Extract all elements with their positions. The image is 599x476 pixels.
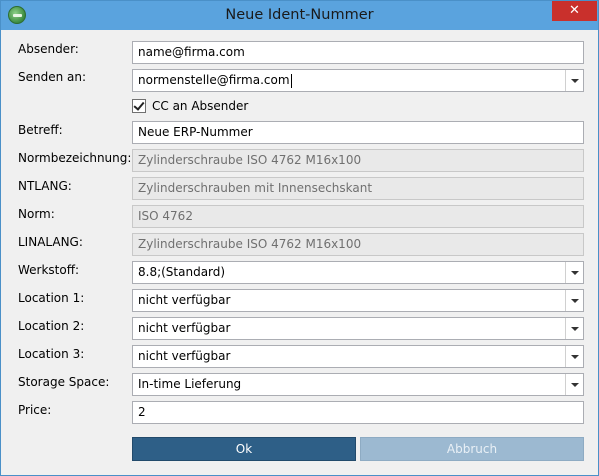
absender-label: Absender: bbox=[18, 42, 79, 56]
cc-absender-label[interactable]: CC an Absender bbox=[152, 98, 248, 114]
ok-button[interactable]: Ok bbox=[132, 437, 356, 461]
location-1-combobox[interactable]: nicht verfügbar bbox=[132, 289, 584, 312]
absender-field[interactable]: name@firma.com bbox=[132, 41, 584, 64]
window-title: Neue Ident-Nummer bbox=[225, 7, 374, 23]
price-field[interactable]: 2 bbox=[132, 401, 584, 424]
location-1-label: Location 1: bbox=[18, 291, 85, 305]
location-2-label: Location 2: bbox=[18, 319, 85, 333]
location-3-combobox[interactable]: nicht verfügbar bbox=[132, 345, 584, 368]
location-2-combobox[interactable]: nicht verfügbar bbox=[132, 317, 584, 340]
chevron-down-icon[interactable] bbox=[565, 70, 583, 91]
close-icon[interactable]: ✕ bbox=[552, 1, 597, 21]
cc-absender-checkbox[interactable] bbox=[132, 99, 146, 113]
text-cursor bbox=[290, 73, 292, 88]
senden-an-combobox[interactable]: normenstelle@firma.com bbox=[132, 69, 584, 92]
chevron-down-icon[interactable] bbox=[565, 346, 583, 367]
location-1-value: nicht verfügbar bbox=[138, 293, 231, 307]
location-3-label: Location 3: bbox=[18, 347, 85, 361]
ntlang-label: NTLANG: bbox=[18, 179, 72, 193]
chevron-down-icon[interactable] bbox=[565, 374, 583, 395]
normbezeichnung-label: Normbezeichnung: bbox=[18, 151, 132, 165]
betreff-label: Betreff: bbox=[18, 123, 63, 137]
cancel-button[interactable]: Abbruch bbox=[360, 437, 584, 461]
storage-space-combobox[interactable]: In-time Lieferung bbox=[132, 373, 584, 396]
location-2-value: nicht verfügbar bbox=[138, 321, 231, 335]
title-bar[interactable]: Neue Ident-Nummer ✕ bbox=[1, 1, 598, 30]
linalang-field: Zylinderschraube ISO 4762 M16x100 bbox=[132, 233, 584, 256]
normbezeichnung-field: Zylinderschraube ISO 4762 M16x100 bbox=[132, 149, 584, 172]
location-3-value: nicht verfügbar bbox=[138, 349, 231, 363]
chevron-down-icon[interactable] bbox=[565, 318, 583, 339]
werkstoff-combobox[interactable]: 8.8;(Standard) bbox=[132, 261, 584, 284]
norm-field: ISO 4762 bbox=[132, 205, 584, 228]
price-label: Price: bbox=[18, 403, 52, 417]
norm-label: Norm: bbox=[18, 207, 55, 221]
dialog-window: Neue Ident-Nummer ✕ Absender: name@firma… bbox=[0, 0, 599, 476]
chevron-down-icon[interactable] bbox=[565, 290, 583, 311]
werkstoff-label: Werkstoff: bbox=[18, 263, 80, 277]
storage-space-label: Storage Space: bbox=[18, 375, 110, 389]
betreff-field[interactable]: Neue ERP-Nummer bbox=[132, 121, 584, 144]
senden-an-label: Senden an: bbox=[18, 70, 87, 84]
werkstoff-value: 8.8;(Standard) bbox=[138, 265, 226, 279]
storage-space-value: In-time Lieferung bbox=[138, 377, 242, 391]
ntlang-field: Zylinderschrauben mit Innensechskant bbox=[132, 177, 584, 200]
senden-an-value: normenstelle@firma.com bbox=[138, 73, 290, 87]
linalang-label: LINALANG: bbox=[18, 235, 83, 249]
chevron-down-icon[interactable] bbox=[565, 262, 583, 283]
